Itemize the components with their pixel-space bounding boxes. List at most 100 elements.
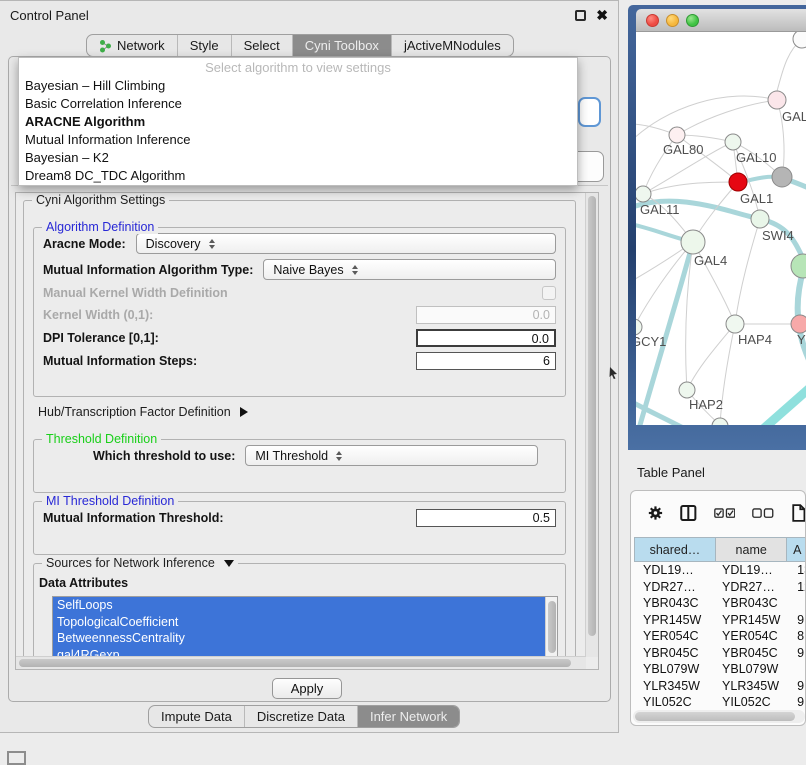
group-title: Sources for Network Inference	[42, 556, 238, 570]
data-attributes-list[interactable]: SelfLoopsTopologicalCoefficientBetweenne…	[52, 596, 558, 662]
table-cell: YDR27…	[634, 580, 713, 594]
table-row[interactable]: YDR27…YDR27…12	[634, 579, 806, 596]
which-threshold-select[interactable]: MI Threshold	[245, 445, 538, 466]
kernel-width-label: Kernel Width (0,1):	[43, 308, 153, 322]
tab-network[interactable]: Network	[87, 35, 178, 56]
algorithm-option-bayesian-hill-climbing[interactable]: Bayesian – Hill Climbing	[19, 77, 577, 95]
table-row[interactable]: YIL052CYIL052C9	[634, 694, 806, 710]
deselect-all-checkboxes-icon[interactable]	[752, 507, 774, 520]
settings-horizontal-scrollbar[interactable]	[16, 656, 586, 669]
table-row[interactable]: YDL19…YDL19…13	[634, 562, 806, 579]
zoom-window-icon[interactable]	[686, 14, 699, 27]
column-view-icon[interactable]	[680, 503, 697, 523]
network-view-window: GAL7GAL80GAL10GAL1GAL11SWI4GAL4GCY1HAP4Y…	[628, 5, 806, 450]
algorithm-option-dream8-dc-tdc-algorithm[interactable]: Dream8 DC_TDC Algorithm	[19, 167, 577, 185]
control-panel-titlebar: Control Panel ✖	[0, 1, 618, 29]
network-node-hap2[interactable]	[679, 382, 695, 398]
network-edge[interactable]	[636, 242, 693, 327]
network-node[interactable]	[772, 167, 792, 187]
tab-style[interactable]: Style	[178, 35, 232, 56]
table-row[interactable]: YBR045CYBR045C9.	[634, 645, 806, 662]
network-node-gal7[interactable]	[768, 91, 786, 109]
list-vertical-scrollbar[interactable]	[545, 597, 557, 661]
network-edge[interactable]	[735, 219, 760, 324]
network-graph: GAL7GAL80GAL10GAL1GAL11SWI4GAL4GCY1HAP4Y…	[636, 32, 806, 425]
settings-vertical-scrollbar[interactable]	[585, 193, 598, 657]
network-node-hap4[interactable]	[726, 315, 744, 333]
table-row[interactable]: YER054CYER054C8.	[634, 628, 806, 645]
network-edge[interactable]	[762, 386, 806, 425]
algorithm-option-mutual-information-inference[interactable]: Mutual Information Inference	[19, 131, 577, 149]
network-canvas[interactable]: GAL7GAL80GAL10GAL1GAL11SWI4GAL4GCY1HAP4Y…	[636, 32, 806, 425]
close-panel-icon[interactable]: ✖	[596, 10, 608, 21]
collapsed-panel-icon[interactable]	[7, 751, 26, 765]
network-node-gal80[interactable]	[669, 127, 685, 143]
column-header-shared[interactable]: shared…	[634, 537, 716, 562]
document-icon[interactable]	[792, 502, 805, 524]
tab-impute-data[interactable]: Impute Data	[149, 706, 245, 727]
mouse-cursor	[609, 367, 619, 379]
tab-label: Select	[244, 38, 280, 53]
data-attribute-item[interactable]: TopologicalCoefficient	[53, 614, 557, 631]
network-node-gal4[interactable]	[681, 230, 705, 254]
network-edge[interactable]	[643, 182, 738, 194]
data-attribute-item[interactable]: BetweennessCentrality	[53, 630, 557, 647]
dpi-tolerance-input[interactable]: 0.0	[416, 329, 556, 347]
mi-algorithm-type-select[interactable]: Naive Bayes	[263, 259, 556, 280]
network-node-gcy1[interactable]	[636, 319, 642, 335]
mi-threshold-input[interactable]: 0.5	[416, 509, 556, 527]
table-cell: YDL19…	[713, 563, 788, 577]
network-edge[interactable]	[636, 96, 777, 142]
table-row[interactable]: YLR345WYLR345W9.	[634, 678, 806, 695]
tab-infer-network[interactable]: Infer Network	[358, 706, 459, 727]
algorithm-option-aracne-algorithm[interactable]: ARACNE Algorithm	[19, 113, 577, 131]
table-row[interactable]: YBL079WYBL079W	[634, 661, 806, 678]
network-node-gal11[interactable]	[636, 186, 651, 202]
tab-discretize-data[interactable]: Discretize Data	[245, 706, 358, 727]
table-row[interactable]: YBR043CYBR043C	[634, 595, 806, 612]
table-row[interactable]: YPR145WYPR145W9.	[634, 612, 806, 629]
mi-steps-input[interactable]: 6	[416, 352, 556, 370]
algorithm-option-bayesian-k2[interactable]: Bayesian – K2	[19, 149, 577, 167]
manual-kernel-checkbox[interactable]	[542, 286, 556, 300]
table-cell: YPR145W	[634, 613, 713, 627]
algorithm-option-basic-correlation-inference[interactable]: Basic Correlation Inference	[19, 95, 577, 113]
gear-icon[interactable]	[648, 504, 663, 522]
float-window-icon[interactable]	[575, 10, 586, 21]
table-cell: YBR045C	[634, 646, 713, 660]
group-title: Threshold Definition	[42, 432, 161, 446]
hub-definition-expander[interactable]: Hub/Transcription Factor Definition	[38, 405, 248, 419]
close-window-icon[interactable]	[646, 14, 659, 27]
network-node-gal1[interactable]	[729, 173, 747, 191]
network-edge[interactable]	[687, 324, 735, 390]
node-label: SWI4	[762, 228, 794, 243]
apply-button[interactable]: Apply	[272, 678, 342, 699]
node-label: GAL1	[740, 191, 773, 206]
network-node-swi4[interactable]	[751, 210, 769, 228]
aracne-mode-select[interactable]: Discovery	[136, 233, 556, 254]
select-all-checkboxes-icon[interactable]	[714, 507, 736, 520]
tab-label: jActiveMNodules	[404, 38, 501, 53]
group-title: MI Threshold Definition	[42, 494, 178, 508]
table-cell: YPR145W	[713, 613, 788, 627]
tab-select[interactable]: Select	[232, 35, 293, 56]
data-attribute-item[interactable]: SelfLoops	[53, 597, 557, 614]
network-node[interactable]	[791, 254, 806, 278]
aracne-mode-value: Discovery	[146, 237, 201, 251]
table-horizontal-scrollbar[interactable]	[633, 710, 805, 723]
minimize-window-icon[interactable]	[666, 14, 679, 27]
combo-arrows-icon	[352, 265, 358, 275]
column-header-a[interactable]: A	[787, 537, 806, 562]
table-header-row: shared…nameA	[634, 537, 806, 562]
expander-arrow-down-icon[interactable]	[224, 560, 234, 567]
network-node-gal10[interactable]	[725, 134, 741, 150]
tab-cyni-toolbox[interactable]: Cyni Toolbox	[293, 35, 392, 56]
network-node[interactable]	[712, 418, 728, 425]
control-panel-tabbar: NetworkStyle Select Cyni Toolbox jActiveMNo…	[86, 34, 514, 57]
kernel-width-input[interactable]: 0.0	[416, 306, 556, 324]
tab-jactivemnodules[interactable]: jActiveMNodules	[392, 35, 513, 56]
table-panel: shared…nameA YDL19…YDL19…13YDR27…YDR27…1…	[630, 490, 806, 726]
network-node-y[interactable]	[791, 315, 806, 333]
column-header-name[interactable]: name	[716, 537, 788, 562]
network-window-titlebar[interactable]	[636, 9, 806, 32]
